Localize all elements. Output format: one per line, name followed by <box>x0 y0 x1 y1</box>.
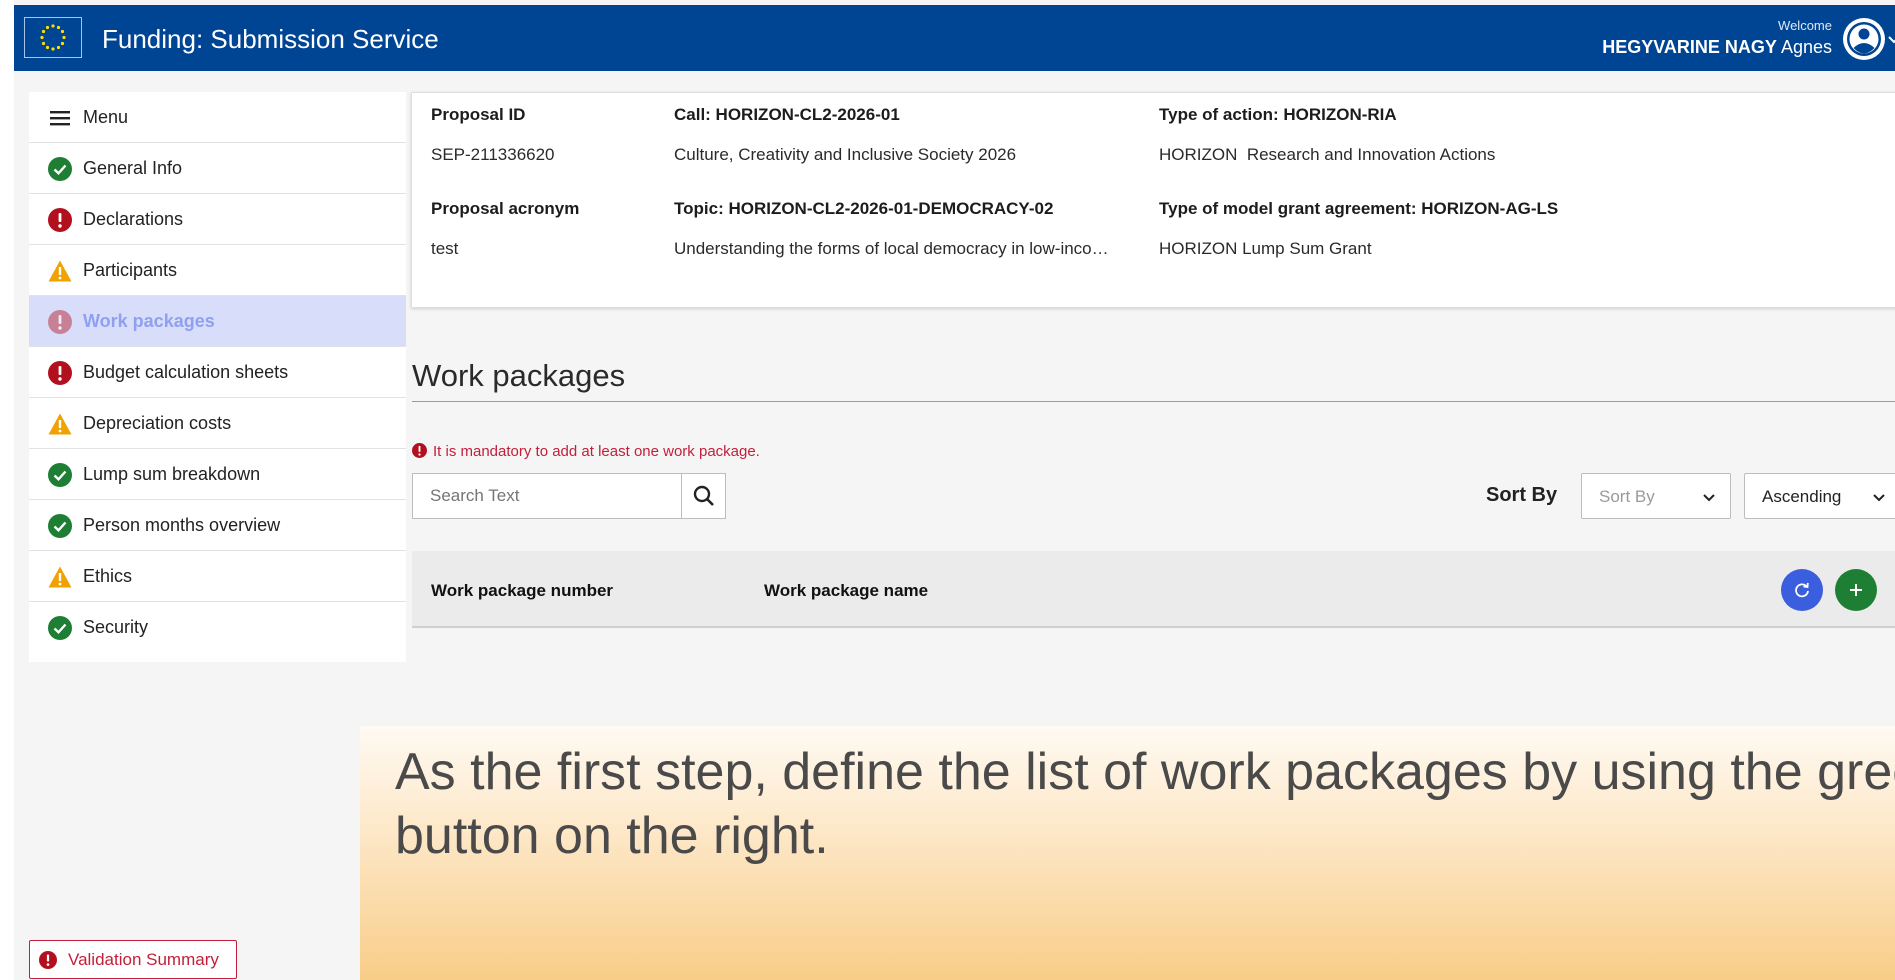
model-grant-agreement-label: Type of model grant agreement: HORIZON-A… <box>1159 199 1559 218</box>
sidebar-item-label: Budget calculation sheets <box>83 362 289 382</box>
sidebar-item-participants[interactable]: Participants <box>29 245 406 296</box>
warning-triangle-icon <box>48 566 72 588</box>
app-root: Funding: Submission Service Welcome HEGY… <box>14 0 1895 980</box>
sidebar-item-declarations[interactable]: Declarations <box>29 194 406 245</box>
type-of-action-value: HORIZON Research and Innovation Actions <box>1159 145 1496 164</box>
proposal-info-card: Proposal ID SEP-211336620 Proposal acron… <box>411 92 1895 308</box>
top-bar: Funding: Submission Service Welcome HEGY… <box>14 5 1895 71</box>
sidebar-item-label: Security <box>83 617 149 637</box>
sidebar-item-label: Work packages <box>83 311 215 331</box>
topic-value: Understanding the forms of local democra… <box>674 239 1109 258</box>
error-circle-icon <box>48 361 72 385</box>
sidebar-item-person-months-overview[interactable]: Person months overview <box>29 500 406 551</box>
menu-icon <box>50 111 70 126</box>
welcome-label: Welcome <box>1778 18 1832 33</box>
call-label: Call: HORIZON-CL2-2026-01 <box>674 105 900 124</box>
user-last-name: HEGYVARINE NAGY <box>1602 37 1777 57</box>
sidebar-item-label: Menu <box>83 107 129 127</box>
sidebar-item-label: Ethics <box>83 566 133 586</box>
error-circle-icon <box>412 443 427 458</box>
refresh-button[interactable] <box>1781 569 1823 611</box>
sidebar-item-general-info[interactable]: General Info <box>29 143 406 194</box>
user-first-name: Agnes <box>1780 37 1832 57</box>
user-name[interactable]: HEGYVARINE NAGY Agnes <box>1602 37 1832 58</box>
guidance-banner: As the first step, define the list of wo… <box>360 726 1895 980</box>
chevron-down-icon[interactable] <box>1887 33 1895 47</box>
validation-error-message: It is mandatory to add at least one work… <box>412 443 760 460</box>
check-circle-icon <box>48 616 72 640</box>
sidebar-item-label: Declarations <box>83 209 184 229</box>
page-title: Work packages <box>412 358 626 393</box>
sort-by-label: Sort By <box>1486 484 1558 506</box>
search-input[interactable] <box>412 473 682 519</box>
check-circle-icon <box>48 157 72 181</box>
search-icon <box>693 485 714 506</box>
app-title: Funding: Submission Service <box>102 24 439 54</box>
sort-order-value: Ascending <box>1762 487 1842 506</box>
sidebar-nav: Menu General Info Declarations Participa… <box>29 92 406 662</box>
refresh-icon <box>1795 582 1809 598</box>
model-grant-agreement-value: HORIZON Lump Sum Grant <box>1159 239 1372 258</box>
warning-triangle-icon <box>48 260 72 282</box>
error-circle-icon <box>48 208 72 232</box>
plus-icon <box>1850 584 1862 596</box>
error-text: It is mandatory to add at least one work… <box>433 443 760 460</box>
sidebar-item-label: Person months overview <box>83 515 281 535</box>
validation-summary-button[interactable]: Validation Summary <box>29 940 237 979</box>
sort-by-placeholder: Sort By <box>1599 487 1655 506</box>
validation-summary-label: Validation Summary <box>68 950 219 969</box>
guidance-text: As the first step, define the list of wo… <box>395 743 1895 865</box>
sidebar-item-budget-calculation-sheets[interactable]: Budget calculation sheets <box>29 347 406 398</box>
chevron-down-icon <box>1873 494 1885 502</box>
column-header-number: Work package number <box>431 581 614 600</box>
sidebar-item-label: Depreciation costs <box>83 413 232 433</box>
column-header-name: Work package name <box>764 581 929 600</box>
proposal-acronym-value: test <box>431 239 459 258</box>
call-value: Culture, Creativity and Inclusive Societ… <box>674 145 1017 164</box>
topic-label: Topic: HORIZON-CL2-2026-01-DEMOCRACY-02 <box>674 199 1054 218</box>
proposal-id-value: SEP-211336620 <box>431 145 555 164</box>
section-divider <box>412 401 1895 402</box>
error-circle-icon <box>39 951 57 969</box>
sidebar-item-label: Lump sum breakdown <box>83 464 261 484</box>
work-packages-table-header: Work package number Work package name <box>412 551 1895 628</box>
sidebar-item-ethics[interactable]: Ethics <box>29 551 406 602</box>
sidebar-item-menu[interactable]: Menu <box>29 92 406 143</box>
sidebar-item-depreciation-costs[interactable]: Depreciation costs <box>29 398 406 449</box>
check-circle-icon <box>48 514 72 538</box>
check-circle-icon <box>48 463 72 487</box>
sidebar-item-label: General Info <box>83 158 183 178</box>
sidebar-item-label: Participants <box>83 260 178 280</box>
sidebar-item-security[interactable]: Security <box>29 602 406 653</box>
user-avatar-icon[interactable] <box>1841 16 1887 62</box>
sidebar-item-lump-sum-breakdown[interactable]: Lump sum breakdown <box>29 449 406 500</box>
sort-by-select[interactable]: Sort By <box>1581 473 1731 519</box>
sidebar-item-work-packages[interactable]: Work packages <box>29 296 406 347</box>
proposal-id-label: Proposal ID <box>431 105 526 124</box>
type-of-action-label: Type of action: HORIZON-RIA <box>1159 105 1397 124</box>
sort-order-select[interactable]: Ascending <box>1744 473 1895 519</box>
search-button[interactable] <box>681 473 726 519</box>
error-circle-icon <box>48 310 72 334</box>
chevron-down-icon <box>1703 494 1715 502</box>
proposal-acronym-label: Proposal acronym <box>431 199 580 218</box>
eu-flag-logo <box>24 17 82 58</box>
warning-triangle-icon <box>48 413 72 435</box>
add-work-package-button[interactable] <box>1835 569 1877 611</box>
